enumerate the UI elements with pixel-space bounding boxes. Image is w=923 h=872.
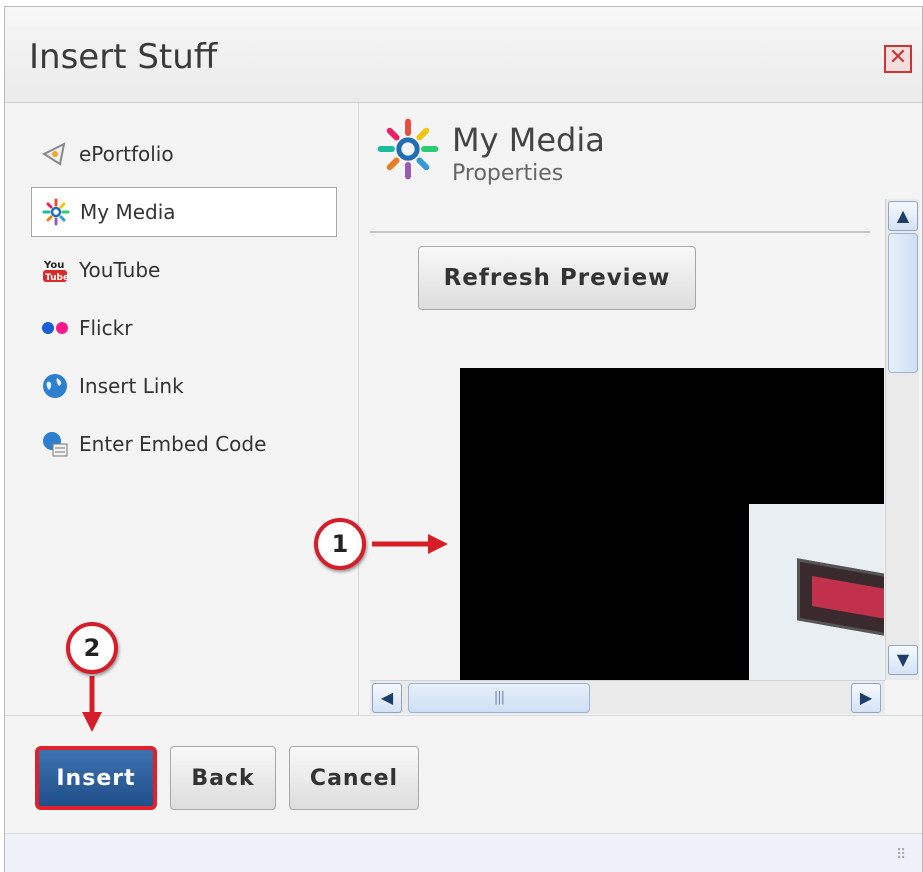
callout-2: 2 xyxy=(66,622,118,674)
callout-1: 1 xyxy=(314,518,366,570)
source-sidebar: ePortfolio My Media You Tube YouTube Fli… xyxy=(5,103,359,715)
sidebar-item-insert-link[interactable]: Insert Link xyxy=(31,361,337,411)
eportfolio-icon xyxy=(39,138,71,170)
sidebar-item-eportfolio[interactable]: ePortfolio xyxy=(31,129,337,179)
sidebar-item-embed-code[interactable]: Enter Embed Code xyxy=(31,419,337,469)
cancel-button[interactable]: Cancel xyxy=(289,746,419,810)
sidebar-item-flickr[interactable]: Flickr xyxy=(31,303,337,353)
svg-text:Tube: Tube xyxy=(45,273,69,283)
dialog-status-strip: ⠿ xyxy=(5,833,922,872)
horizontal-scroll-thumb[interactable]: ||| xyxy=(408,683,590,713)
my-media-icon xyxy=(40,196,72,228)
sidebar-item-label: Insert Link xyxy=(79,374,184,398)
refresh-preview-button[interactable]: Refresh Preview xyxy=(418,246,696,310)
dialog-content: ePortfolio My Media You Tube YouTube Fli… xyxy=(5,103,922,715)
sidebar-item-label: YouTube xyxy=(79,258,161,282)
close-icon[interactable]: ✕ xyxy=(884,45,912,73)
scroll-left-icon[interactable]: ◀ xyxy=(372,683,402,713)
sidebar-item-label: My Media xyxy=(80,200,176,224)
preview-thumbnail xyxy=(749,504,884,680)
panel-divider xyxy=(370,231,870,233)
my-media-icon xyxy=(376,117,440,181)
scroll-down-icon[interactable]: ▼ xyxy=(888,645,918,675)
insert-button[interactable]: Insert xyxy=(35,746,157,810)
dialog-title: Insert Stuff xyxy=(29,37,218,77)
sidebar-item-my-media[interactable]: My Media xyxy=(31,187,337,237)
resize-grip-icon[interactable]: ⠿ xyxy=(896,847,916,867)
sidebar-item-label: ePortfolio xyxy=(79,142,174,166)
globe-icon xyxy=(39,370,71,402)
billboard-image xyxy=(797,558,884,640)
vertical-scrollbar[interactable]: ▲ ▼ xyxy=(885,199,919,680)
scroll-right-icon[interactable]: ▶ xyxy=(851,683,881,713)
svg-text:You: You xyxy=(43,260,64,271)
panel-title: My Media xyxy=(452,121,605,159)
sidebar-item-youtube[interactable]: You Tube YouTube xyxy=(31,245,337,295)
panel-subtitle: Properties xyxy=(452,161,564,186)
horizontal-scrollbar[interactable]: ◀ ||| ▶ xyxy=(370,680,885,714)
dialog-footer: Insert Back Cancel xyxy=(5,715,922,833)
scroll-up-icon[interactable]: ▲ xyxy=(888,201,918,231)
youtube-icon: You Tube xyxy=(39,254,71,286)
media-properties-panel: My Media Properties Refresh Preview ▲ ▼ … xyxy=(360,103,922,715)
dialog-titlebar: Insert Stuff ✕ xyxy=(5,7,922,103)
sidebar-item-label: Enter Embed Code xyxy=(79,432,267,456)
flickr-icon xyxy=(39,312,71,344)
sidebar-item-label: Flickr xyxy=(79,316,133,340)
vertical-scroll-thumb[interactable] xyxy=(888,233,918,373)
embed-code-icon xyxy=(39,428,71,460)
insert-stuff-dialog: Insert Stuff ✕ ePortfolio My Media You T… xyxy=(4,6,923,872)
back-button[interactable]: Back xyxy=(170,746,276,810)
